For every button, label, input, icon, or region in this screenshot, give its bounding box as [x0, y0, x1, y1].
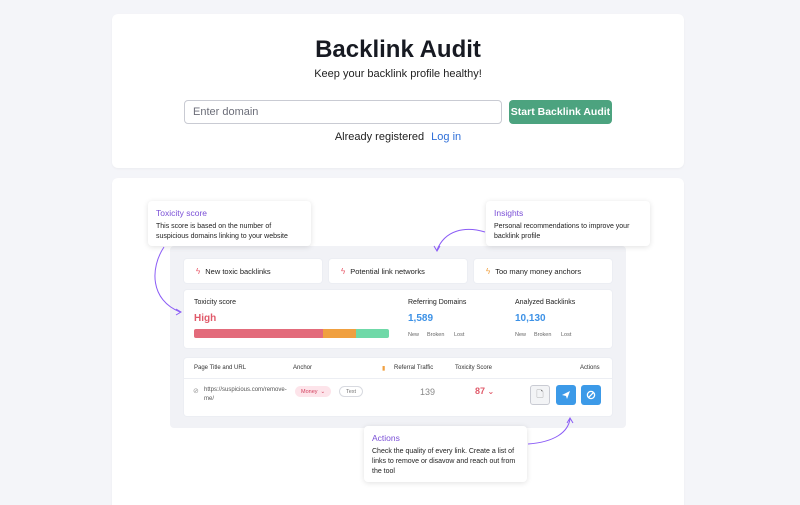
referring-lost: Lost — [454, 332, 465, 338]
tag-text: Text — [339, 386, 364, 397]
alert-new-toxic: ϟ New toxic backlinks — [184, 259, 322, 283]
bolt-icon: ϟ — [196, 266, 201, 276]
table-divider — [184, 378, 612, 379]
toxicity-bar-orange — [322, 329, 356, 338]
alert-link-networks: ϟ Potential link networks — [329, 259, 467, 283]
page-title: Backlink Audit — [315, 36, 481, 63]
alert-label: Too many money anchors — [495, 266, 582, 276]
analyzed-backlinks-value: 10,130 — [515, 313, 546, 324]
link-icon: ⊘ — [193, 388, 199, 395]
start-audit-button[interactable]: Start Backlink Audit — [509, 100, 612, 124]
callout-actions-body: Check the quality of every link. Create … — [372, 448, 516, 475]
callout-insights: Insights Personal recommendations to imp… — [486, 201, 650, 246]
referring-broken: Broken — [427, 332, 445, 338]
add-to-list-button[interactable]: 🗋 — [530, 385, 550, 405]
alert-label: New toxic backlinks — [205, 266, 271, 276]
alert-money-anchors: ϟ Too many money anchors — [474, 259, 612, 283]
stats-panel: Toxicity score High Referring Domains 1,… — [184, 290, 612, 348]
login-link[interactable]: Log in — [431, 131, 461, 143]
callout-toxicity-body: This score is based on the number of sus… — [156, 223, 288, 240]
toxicity-score-label: Toxicity score — [194, 299, 237, 306]
send-outreach-button[interactable] — [556, 385, 576, 405]
analyzed-broken: Broken — [534, 332, 552, 338]
row-url[interactable]: https://suspicious.com/remove-me/ — [204, 386, 287, 404]
document-icon: 🗋 — [536, 389, 544, 399]
toxicity-bar — [194, 329, 389, 338]
chevron-down-icon: ⌄ — [320, 388, 326, 395]
chevron-down-icon: ⌄ — [487, 387, 495, 396]
referring-new: New — [408, 332, 420, 338]
audit-start-card: Backlink Audit Keep your backlink profil… — [112, 14, 684, 168]
callout-actions-title: Actions — [372, 433, 400, 443]
block-icon — [586, 390, 596, 400]
toxicity-score-value: High — [194, 313, 217, 324]
bolt-icon: ϟ — [341, 266, 346, 276]
callout-toxicity: Toxicity score This score is based on th… — [148, 201, 311, 246]
referring-domains-label: Referring Domains — [408, 299, 467, 306]
callout-actions: Actions Check the quality of every link.… — [364, 426, 527, 482]
login-prompt: Already registered Log in — [112, 131, 684, 143]
referring-domains-value: 1,589 — [408, 313, 434, 324]
analyzed-backlinks-label: Analyzed Backlinks — [515, 299, 576, 306]
header-referral-traffic: Referral Traffic — [394, 365, 434, 371]
tag-money-label: Money — [301, 388, 318, 395]
toxicity-bar-red — [194, 329, 323, 338]
bolt-icon: ϟ — [486, 266, 491, 276]
row-traffic: 139 — [420, 387, 436, 397]
header-page-title: Page Title and URL — [194, 365, 247, 371]
domain-input[interactable] — [184, 100, 502, 124]
callout-toxicity-title: Toxicity score — [156, 208, 208, 218]
already-registered-text: Already registered — [334, 131, 425, 143]
bar-chart-icon: ▮ — [382, 366, 386, 372]
backlinks-table: Page Title and URL Anchor ▮ Referral Tra… — [184, 358, 612, 416]
page-subtitle: Keep your backlink profile healthy! — [314, 68, 482, 80]
header-actions: Actions — [580, 365, 600, 371]
analyzed-lost: Lost — [561, 332, 572, 338]
toxicity-bar-green — [355, 329, 389, 338]
row-toxicity: 87 ⌄ — [475, 386, 494, 396]
callout-insights-title: Insights — [494, 208, 524, 218]
row-toxicity-value: 87 — [475, 386, 486, 396]
analyzed-new: New — [515, 332, 527, 338]
disavow-button[interactable] — [581, 385, 601, 405]
alert-label: Potential link networks — [350, 266, 425, 276]
header-toxicity-score: Toxicity Score — [455, 365, 493, 371]
header-anchor: Anchor — [293, 365, 313, 371]
tag-money: Money ⌄ — [295, 386, 332, 397]
callout-insights-body: Personal recommendations to improve your… — [494, 223, 630, 240]
send-icon — [562, 391, 570, 399]
